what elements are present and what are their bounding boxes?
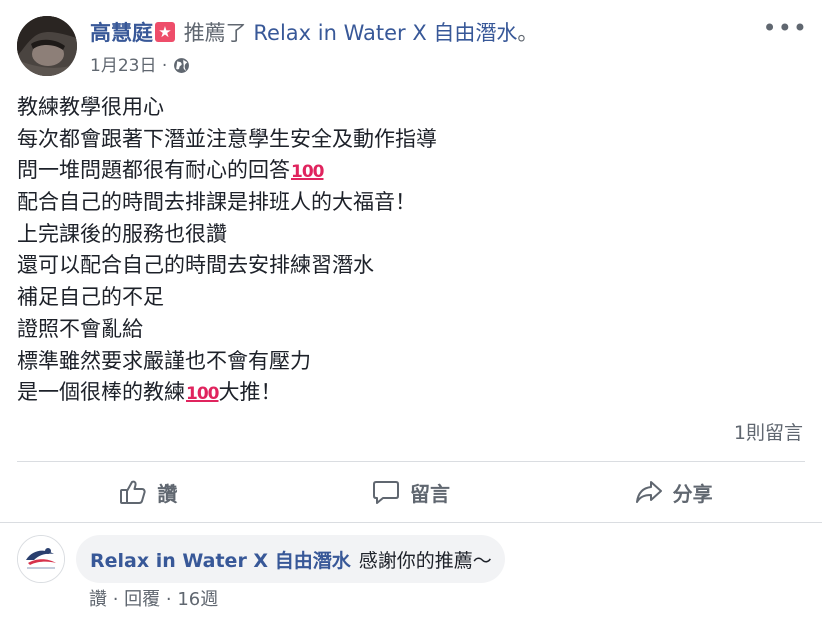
comment-meta: 讚 · 回覆 · 16週 <box>89 585 218 611</box>
share-arrow-icon <box>635 479 663 505</box>
share-label: 分享 <box>672 481 713 506</box>
post-line: 標準雖然要求嚴謹也不會有壓力 <box>17 348 311 373</box>
post-line: 問一堆問題都很有耐心的回答100 <box>17 158 324 183</box>
action-bar: 讚 留言 分享 <box>17 468 805 516</box>
star-badge-icon: ★ <box>155 22 175 42</box>
like-label: 讚 <box>157 481 178 506</box>
author-avatar[interactable] <box>17 16 77 76</box>
post-header: 高慧庭 ★ 推薦了 Relax in Water X 自由潛水。 <box>90 20 538 46</box>
comment-label: 留言 <box>410 481 450 506</box>
share-button[interactable]: 分享 <box>542 468 805 516</box>
meta-dot: · <box>107 589 125 610</box>
meta-separator: · <box>161 56 168 76</box>
thumbs-up-icon <box>119 479 147 505</box>
post-line: 教練教學很用心 <box>17 95 164 119</box>
post-body: 教練教學很用心 每次都會跟著下潛並注意學生安全及動作指導 問一堆問題都很有耐心的… <box>17 92 797 409</box>
post-card: 高慧庭 ★ 推薦了 Relax in Water X 自由潛水。 1月23日 · … <box>0 0 822 523</box>
like-button[interactable]: 讚 <box>17 468 280 516</box>
post-line: 上完課後的服務也很讚 <box>17 221 227 246</box>
author-name[interactable]: 高慧庭 <box>90 21 153 45</box>
hundred-points-icon: 100 <box>291 162 324 183</box>
comment-bubble: Relax in Water X 自由潛水 感謝你的推薦～ <box>76 535 505 583</box>
header-period: 。 <box>517 21 539 45</box>
hundred-points-icon: 100 <box>186 384 219 405</box>
speech-bubble-icon <box>372 479 400 505</box>
post-line: 證照不會亂給 <box>17 316 143 341</box>
post-date[interactable]: 1月23日 <box>90 56 156 76</box>
post-line: 補足自己的不足 <box>17 285 164 310</box>
post-meta: 1月23日 · <box>90 54 190 81</box>
comment-text: 感謝你的推薦～ <box>358 549 492 572</box>
more-options-button[interactable]: ••• <box>763 16 808 40</box>
page-avatar[interactable] <box>17 535 65 583</box>
post-line: 還可以配合自己的時間去安排練習潛水 <box>17 253 374 278</box>
post-line: 配合自己的時間去排課是排班人的大福音！ <box>17 190 416 215</box>
meta-dot: · <box>160 589 178 610</box>
comment-reply-link[interactable]: 回覆 <box>124 589 160 610</box>
actions-divider <box>17 461 805 462</box>
comment-button[interactable]: 留言 <box>280 468 543 516</box>
comment-author[interactable]: Relax in Water X 自由潛水 <box>90 546 351 573</box>
page-link[interactable]: Relax in Water X 自由潛水 <box>253 21 517 45</box>
comment-count-link[interactable]: 1則留言 <box>734 418 803 445</box>
post-line: 是一個很棒的教練100大推！ <box>17 380 282 405</box>
recommend-verb: 推薦了 <box>183 21 247 45</box>
comment-time[interactable]: 16週 <box>177 589 218 610</box>
globe-icon[interactable] <box>173 57 190 81</box>
comment-like-link[interactable]: 讚 <box>89 589 107 610</box>
post-line: 每次都會跟著下潛並注意學生安全及動作指導 <box>17 126 437 151</box>
